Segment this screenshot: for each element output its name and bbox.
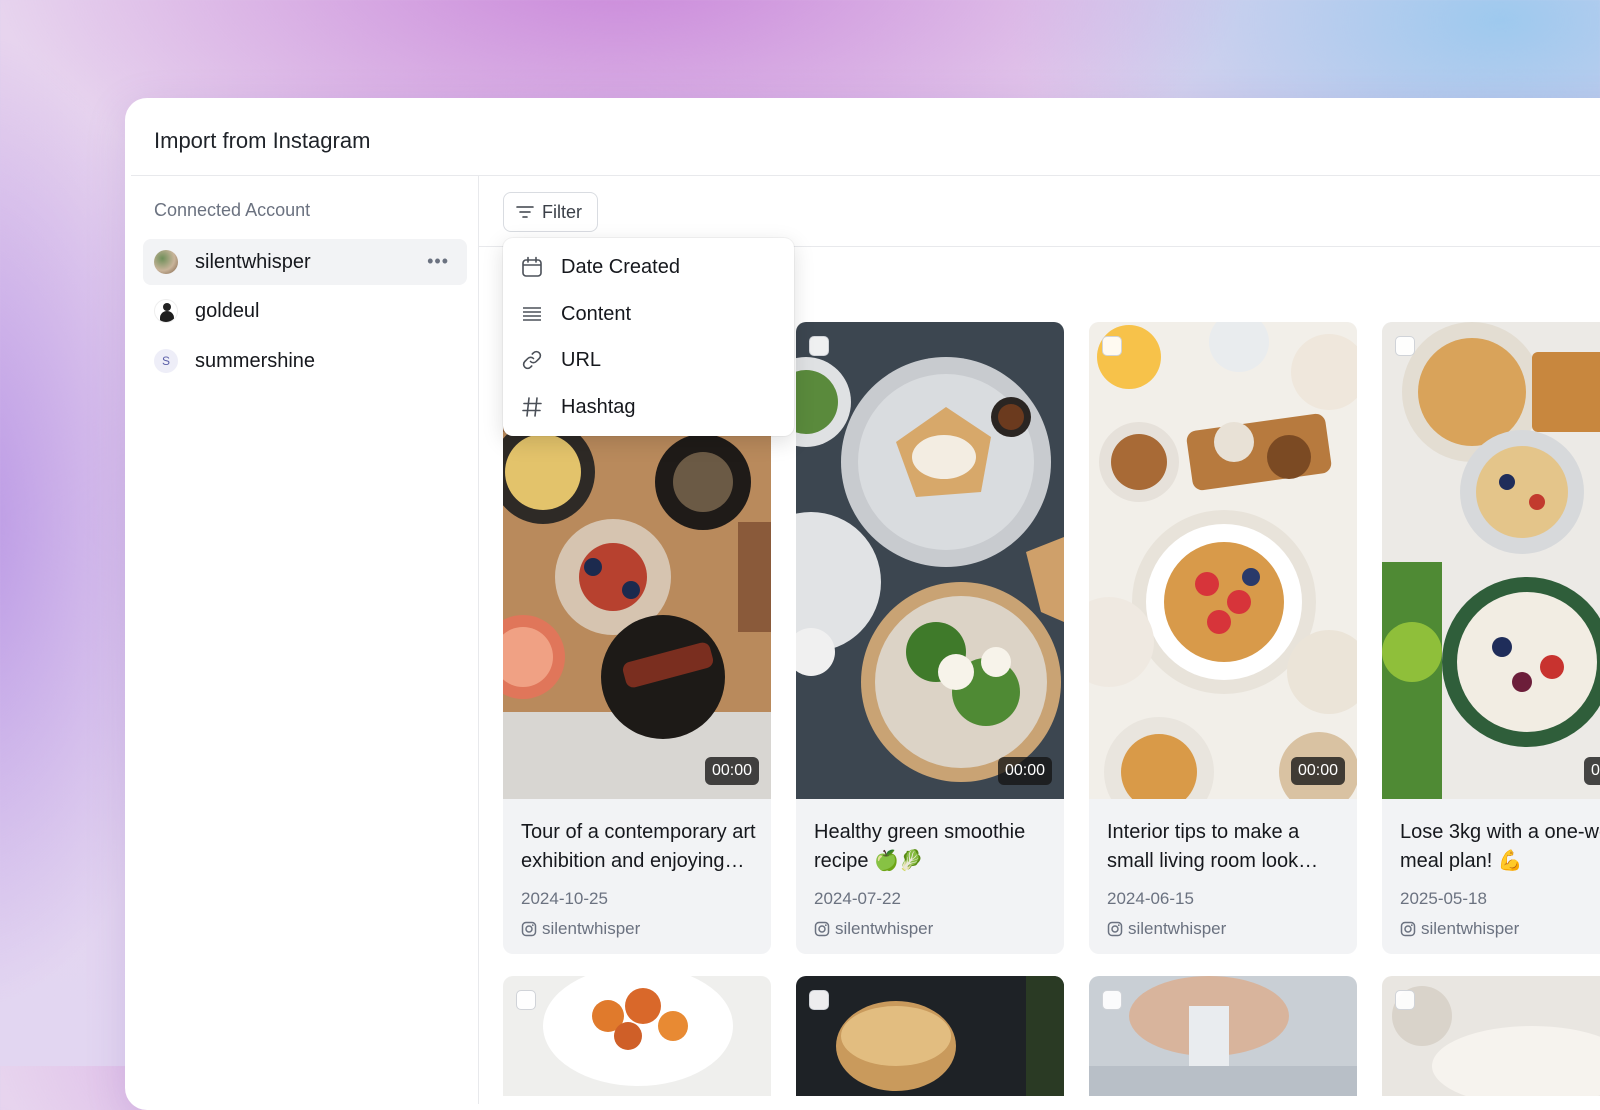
author-name: silentwhisper (1128, 919, 1227, 938)
post-author: silentwhisper (1107, 919, 1226, 939)
post-date: 2024-07-22 (814, 889, 901, 908)
post-card[interactable] (503, 976, 771, 1096)
account-item-silentwhisper[interactable]: silentwhisper ••• (143, 239, 467, 285)
post-title: Interior tips to make a small living roo… (1107, 821, 1300, 872)
link-icon (522, 350, 542, 370)
post-date: 2024-06-15 (1107, 889, 1194, 908)
account-name: summershine (195, 349, 316, 372)
select-checkbox[interactable] (809, 990, 829, 1010)
account-item-summershine[interactable]: S summershine (143, 338, 467, 384)
content-area: Filter 00:00 Tour of a contemporary art … (479, 176, 1600, 1104)
post-thumbnail: 00:00 (1382, 322, 1600, 799)
toolbar: Filter (479, 176, 1600, 247)
avatar (154, 299, 178, 323)
filter-option-label: URL (561, 348, 602, 371)
filter-option-label: Hashtag (561, 395, 636, 418)
post-card[interactable] (1382, 976, 1600, 1096)
calendar-icon (522, 256, 542, 277)
window-header: Import from Instagram (131, 104, 1600, 176)
post-thumbnail: 00:00 (1089, 322, 1357, 799)
filter-option-label: Content (561, 302, 632, 325)
post-card[interactable] (1089, 976, 1357, 1096)
filter-button[interactable]: Filter (503, 192, 598, 232)
select-checkbox[interactable] (809, 336, 829, 356)
select-checkbox[interactable] (1102, 336, 1122, 356)
video-duration: 00:00 (1290, 757, 1345, 785)
post-author: silentwhisper (1400, 919, 1519, 939)
instagram-icon (814, 921, 830, 937)
account-item-goldeul[interactable]: goldeul (143, 288, 467, 334)
instagram-icon (1400, 921, 1416, 937)
filter-label: Filter (542, 201, 582, 222)
filter-option-url[interactable]: URL (503, 337, 794, 383)
author-name: silentwhisper (1421, 919, 1520, 938)
video-duration: 00:00 (1583, 757, 1600, 785)
filter-option-content[interactable]: Content (503, 291, 794, 337)
account-sidebar: Connected Account silentwhisper ••• gold… (131, 176, 479, 1104)
post-thumbnail: 00:00 (796, 322, 1064, 799)
select-checkbox[interactable] (1395, 336, 1415, 356)
post-title: Healthy green smoothie recipe 🍏🥬 (814, 821, 1026, 872)
filter-dropdown: Date Created Content URL Hashtag (503, 238, 794, 436)
post-card[interactable] (796, 976, 1064, 1096)
post-card[interactable]: 00:00 Healthy green smoothie recipe 🍏🥬 2… (796, 322, 1064, 954)
author-name: silentwhisper (835, 919, 934, 938)
more-options-icon[interactable]: ••• (427, 251, 449, 272)
filter-option-date-created[interactable]: Date Created (503, 244, 794, 290)
account-name: goldeul (195, 299, 260, 322)
post-author: silentwhisper (814, 919, 933, 939)
hash-icon (522, 397, 542, 417)
author-name: silentwhisper (542, 919, 641, 938)
import-window: Import from Instagram Connected Account … (125, 98, 1600, 1110)
sidebar-heading: Connected Account (154, 200, 311, 220)
avatar: S (154, 349, 178, 373)
filter-option-hashtag[interactable]: Hashtag (503, 384, 794, 430)
instagram-icon (521, 921, 537, 937)
select-checkbox[interactable] (1102, 990, 1122, 1010)
post-date: 2025-05-18 (1400, 889, 1487, 908)
lines-icon (523, 307, 541, 321)
post-title: Tour of a contemporary art exhibition an… (521, 821, 756, 872)
filter-option-label: Date Created (561, 255, 680, 278)
select-checkbox[interactable] (1395, 990, 1415, 1010)
avatar (154, 250, 178, 274)
post-title: Lose 3kg with a one-week meal plan! 💪 (1400, 821, 1600, 872)
select-checkbox[interactable] (516, 990, 536, 1010)
post-card[interactable]: 00:00 Lose 3kg with a one-week meal plan… (1382, 322, 1600, 954)
instagram-icon (1107, 921, 1123, 937)
window-title: Import from Instagram (154, 128, 371, 153)
post-date: 2024-10-25 (521, 889, 608, 908)
post-card[interactable]: 00:00 Interior tips to make a small livi… (1089, 322, 1357, 954)
video-duration: 00:00 (704, 757, 759, 785)
video-duration: 00:00 (997, 757, 1052, 785)
account-name: silentwhisper (195, 250, 311, 273)
filter-icon (516, 206, 534, 218)
post-author: silentwhisper (521, 919, 640, 939)
